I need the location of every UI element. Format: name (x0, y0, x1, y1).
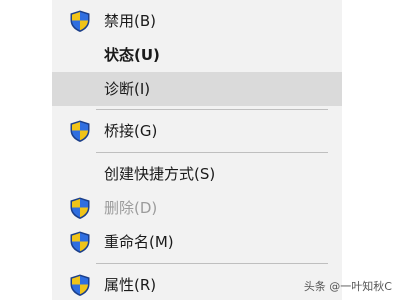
menu-item-label: 状态(U) (104, 46, 160, 64)
menu-item-label: 禁用(B) (104, 12, 156, 30)
menu-separator (96, 152, 328, 153)
watermark-text: 头条 @一叶知秋C (303, 280, 392, 293)
menu-item-label: 诊断(I) (104, 80, 151, 98)
menu-item-label: 属性(R) (104, 276, 157, 294)
menu-item-label: 桥接(G) (104, 122, 158, 140)
menu-item-status[interactable]: 状态(U) (52, 38, 342, 72)
menu-item-disable[interactable]: 禁用(B) (52, 4, 342, 38)
uac-shield-icon (68, 119, 92, 143)
menu-separator (96, 109, 328, 110)
menu-separator (96, 263, 328, 264)
screenshot-page: 禁用(B) 状态(U) 诊断(I) 桥接(G) 创建快捷方式(S) 删除(D) … (0, 0, 400, 300)
uac-shield-icon (68, 196, 92, 220)
menu-item-diagnose[interactable]: 诊断(I) (52, 72, 342, 106)
menu-item-delete[interactable]: 删除(D) (52, 191, 342, 225)
menu-item-label: 创建快捷方式(S) (104, 165, 216, 183)
uac-shield-icon (68, 9, 92, 33)
menu-item-properties[interactable]: 属性(R) (52, 268, 342, 300)
menu-item-rename[interactable]: 重命名(M) (52, 225, 342, 259)
uac-shield-icon (68, 273, 92, 297)
context-menu: 禁用(B) 状态(U) 诊断(I) 桥接(G) 创建快捷方式(S) 删除(D) … (52, 0, 342, 300)
menu-item-label: 删除(D) (104, 199, 158, 217)
menu-item-label: 重命名(M) (104, 233, 174, 251)
uac-shield-icon (68, 230, 92, 254)
menu-item-create-shortcut[interactable]: 创建快捷方式(S) (52, 157, 342, 191)
menu-item-bridge[interactable]: 桥接(G) (52, 114, 342, 148)
